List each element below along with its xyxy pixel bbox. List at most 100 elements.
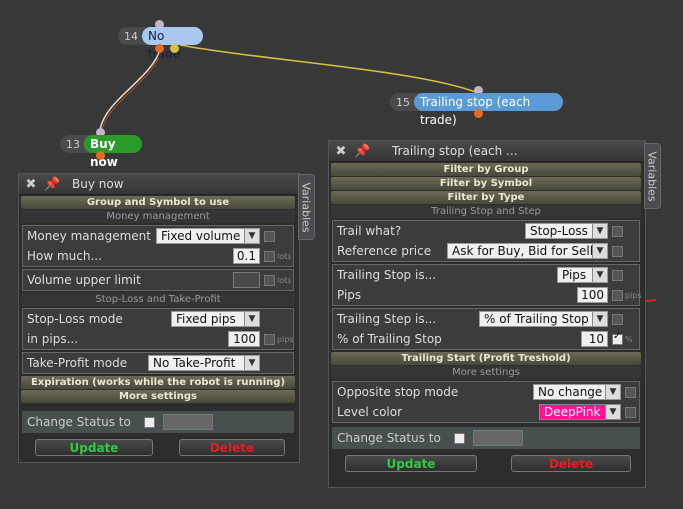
group-sl: Stop-Loss mode Fixed pips ▼ in pips... 10… [22,308,294,350]
change-status-checkbox[interactable] [454,433,465,444]
chevron-down-icon: ▼ [244,229,259,243]
chevron-down-icon: ▼ [592,244,607,258]
pips-label: Pips [337,288,362,302]
node-14-output-port-yellow[interactable] [170,44,179,53]
row-opposite-stop: Opposite stop mode No change ▼ [333,382,639,402]
how-much-label: How much... [27,249,102,263]
node-number: 14 [124,29,138,43]
chevron-down-icon: ▼ [605,405,620,419]
row-tstep-is: Trailing Step is... % of Trailing Stop ▼ [333,309,639,329]
row-pct-trailing-stop: % of Trailing Stop 10 % [333,329,639,349]
node-no-trade[interactable]: 14 No trade [118,27,203,61]
sl-mode-label: Stop-Loss mode [27,312,123,326]
node-13-output-port[interactable] [96,151,105,160]
chevron-down-icon: ▼ [244,356,259,370]
in-pips-input[interactable]: 100 [228,331,260,347]
ts-is-checkbox[interactable] [612,270,623,281]
volume-upper-input[interactable] [233,272,260,288]
how-much-checkbox[interactable] [264,251,275,262]
ts-is-select[interactable]: Pips ▼ [557,267,608,283]
opposite-stop-checkbox[interactable] [625,387,636,398]
row-how-much: How much... 0.1 lots [23,246,293,266]
row-tp-mode: Take-Profit mode No Take-Profit ▼ [23,353,293,373]
change-status-checkbox[interactable] [144,417,155,428]
chevron-down-icon: ▼ [244,312,259,326]
section-expiration[interactable]: Expiration (works while the robot is run… [21,376,295,389]
row-trail-what: Trail what? Stop-Loss ▼ [333,221,639,241]
pips-unit: pips [625,291,642,300]
level-color-select[interactable]: DeepPink ▼ [539,404,621,420]
row-ts-is: Trailing Stop is... Pips ▼ [333,265,639,285]
in-pips-checkbox[interactable] [264,334,275,345]
trail-what-checkbox[interactable] [612,226,623,237]
row-money-management: Money management Fixed volume ▼ [23,226,293,246]
chevron-down-icon: ▼ [592,268,607,282]
trail-what-select[interactable]: Stop-Loss ▼ [525,223,608,239]
row-level-color: Level color DeepPink ▼ [333,402,639,422]
sl-mode-select[interactable]: Fixed pips ▼ [171,311,260,327]
trail-what-label: Trail what? [337,224,402,238]
opposite-stop-select[interactable]: No change ▼ [533,384,621,400]
section-filter-group[interactable]: Filter by Group [331,163,641,176]
pct-trailing-stop-input[interactable]: 10 [581,331,608,347]
money-management-checkbox[interactable] [264,231,275,242]
tp-mode-select[interactable]: No Take-Profit ▼ [148,355,260,371]
money-management-select[interactable]: Fixed volume ▼ [156,228,260,244]
tstep-is-select[interactable]: % of Trailing Stop ▼ [479,311,608,327]
close-icon[interactable]: ✖ [334,144,348,159]
change-status-bar: Change Status to [332,427,640,449]
volume-upper-checkbox[interactable] [264,275,275,286]
variables-tab[interactable]: Variables [298,174,315,240]
reference-price-checkbox[interactable] [612,246,623,257]
tstep-is-label: Trailing Step is... [337,312,437,326]
change-status-input[interactable] [473,430,523,446]
pips-unit: pips [277,335,294,344]
sub-trailing-stop-step: Trailing Stop and Step [331,205,641,218]
update-button[interactable]: Update [35,439,153,456]
panel-title: Buy now [72,177,124,191]
section-more-settings[interactable]: More settings [21,390,295,403]
tstep-is-checkbox[interactable] [612,314,623,325]
reference-price-select[interactable]: Ask for Buy, Bid for Sell ▼ [447,243,608,259]
delete-button[interactable]: Delete [511,455,631,472]
panel-titlebar[interactable]: ✖ 📌 Trailing stop (each ... [329,141,645,162]
variables-tab[interactable]: Variables [644,143,661,209]
group-tp: Take-Profit mode No Take-Profit ▼ [22,352,294,374]
section-group-symbol[interactable]: Group and Symbol to use [21,196,295,209]
money-management-label: Money management [27,229,151,243]
pips-input[interactable]: 100 [577,287,608,303]
node-number: 15 [396,95,410,109]
group-trailing-stop: Trailing Stop is... Pips ▼ Pips 100 pips [332,264,642,306]
pin-icon[interactable]: 📌 [354,144,370,159]
node-label: Trailing stop (each trade) [414,93,563,127]
level-color-label: Level color [337,405,403,419]
update-button[interactable]: Update [345,455,477,472]
panel-titlebar[interactable]: ✖ 📌 Buy now [19,174,299,195]
row-in-pips: in pips... 100 pips [23,329,294,349]
pin-icon[interactable]: 📌 [44,177,60,192]
section-filter-type[interactable]: Filter by Type [331,191,641,204]
change-status-label: Change Status to [27,415,131,429]
in-pips-label: in pips... [27,332,79,346]
close-icon[interactable]: ✖ [24,177,38,192]
group-more-settings: Opposite stop mode No change ▼ Level colo… [332,381,640,423]
how-much-input[interactable]: 0.1 [233,248,260,264]
pct-trailing-stop-label: % of Trailing Stop [337,332,442,346]
pips-checkbox[interactable] [612,290,623,301]
row-sl-mode: Stop-Loss mode Fixed pips ▼ [23,309,293,329]
section-trailing-start[interactable]: Trailing Start (Profit Treshold) [331,352,641,365]
node-14-output-port-orange[interactable] [155,44,164,53]
node-label: Buy now [84,135,142,169]
wire-14-to-15 [179,44,479,94]
change-status-input[interactable] [163,414,213,430]
sub-more-settings: More settings [331,366,641,379]
level-color-checkbox[interactable] [625,407,636,418]
reference-price-label: Reference price [337,244,432,258]
percent-unit: % [625,335,633,344]
pct-trailing-stop-checkbox[interactable] [612,331,623,345]
section-filter-symbol[interactable]: Filter by Symbol [331,177,641,190]
node-15-output-port[interactable] [474,109,483,118]
tp-mode-label: Take-Profit mode [27,356,128,370]
delete-button[interactable]: Delete [179,439,285,456]
panel-title: Trailing stop (each ... [392,144,518,158]
